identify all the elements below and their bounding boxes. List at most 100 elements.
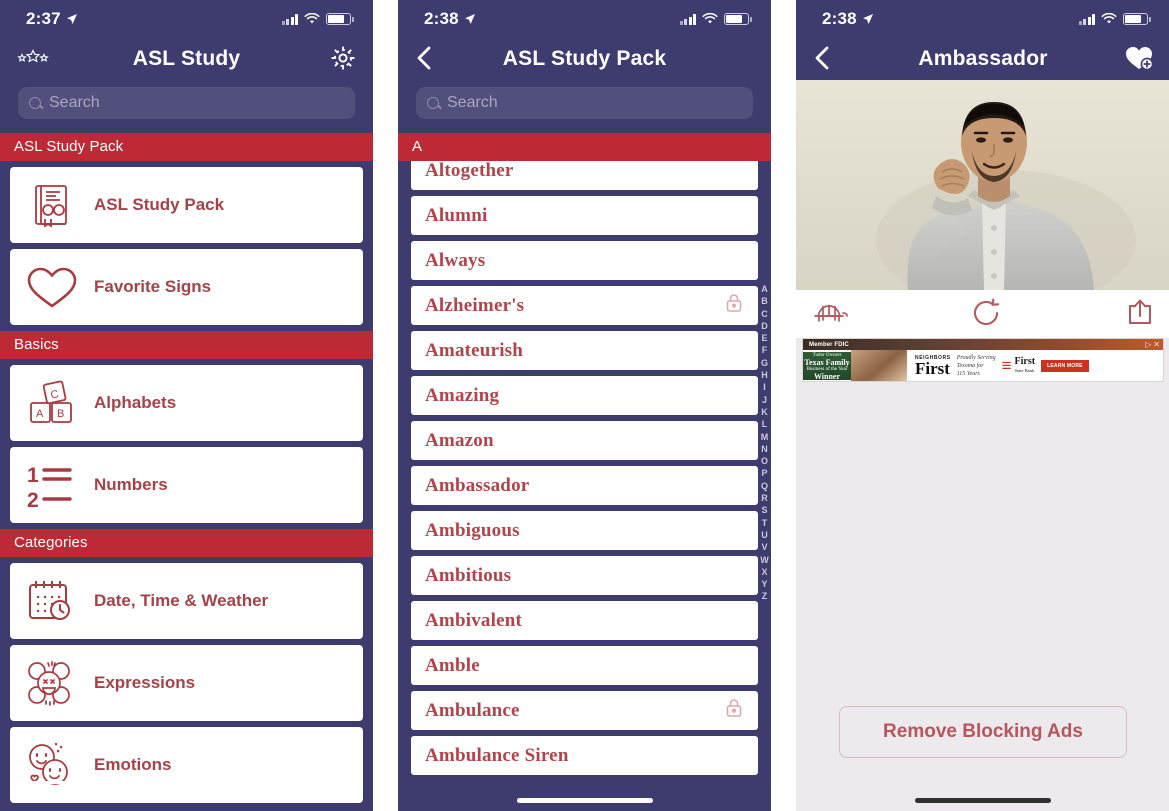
list-item[interactable]: Amble <box>411 646 758 685</box>
svg-text:2: 2 <box>27 489 39 511</box>
search-input[interactable]: Search <box>18 87 355 119</box>
menu-item-emotions[interactable]: Emotions <box>10 727 363 803</box>
alpha-index-letter[interactable]: E <box>761 332 767 344</box>
alpha-index-letter[interactable]: M <box>761 431 769 443</box>
screenshot-gap-2 <box>771 0 796 811</box>
alpha-index-letter[interactable]: O <box>761 455 768 467</box>
menu-item-alphabets[interactable]: C A B Alphabets <box>10 365 363 441</box>
menu-item-label: ASL Study Pack <box>94 195 225 214</box>
battery-icon <box>326 13 354 25</box>
turtle-slow-icon[interactable] <box>810 299 848 330</box>
status-bar-2: 2:38 <box>398 0 771 38</box>
list-item[interactable]: Ambiguous <box>411 511 758 550</box>
list-item[interactable]: Ambulance <box>411 691 758 730</box>
three-stars-icon[interactable] <box>16 48 50 71</box>
alpha-index-letter[interactable]: N <box>761 443 768 455</box>
list-item[interactable]: Amateurish <box>411 331 758 370</box>
ad-close-icon[interactable]: ✕ <box>1153 340 1160 349</box>
svg-text:A: A <box>36 408 44 420</box>
ad-fdic-text: Member FDIC <box>809 341 849 348</box>
section-header-study-pack: ASL Study Pack <box>0 133 373 161</box>
list-item[interactable]: Alzheimer's <box>411 286 758 325</box>
replay-icon[interactable] <box>969 296 1003 333</box>
menu-item-expressions[interactable]: Expressions <box>10 645 363 721</box>
alpha-index-letter[interactable]: T <box>762 517 768 529</box>
section-header-categories: Categories <box>0 529 373 557</box>
alpha-index-letter[interactable]: H <box>761 369 768 381</box>
alpha-index-letter[interactable]: C <box>761 308 768 320</box>
alpha-index-letter[interactable]: F <box>762 344 768 356</box>
menu-item-date-time-weather[interactable]: Date, Time & Weather <box>10 563 363 639</box>
alphabet-index[interactable]: A B C D E F G H I J K L M N O P Q R S T … <box>760 283 769 603</box>
search-container-1: Search <box>0 80 373 133</box>
ad-banner[interactable]: Member FDIC ▷ ✕ Tudor Owners Texas Famil… <box>802 338 1164 382</box>
word-list[interactable]: Altogether Alumni Always Alzheimer's Ama… <box>398 161 771 805</box>
alpha-index-letter[interactable]: Z <box>762 590 768 602</box>
cellular-bars-icon <box>1078 13 1095 25</box>
remove-blocking-ads-button[interactable]: Remove Blocking Ads <box>839 706 1127 758</box>
list-item[interactable]: Ambassador <box>411 466 758 505</box>
alpha-index-letter[interactable]: Y <box>761 578 767 590</box>
alpha-index-letter[interactable]: R <box>761 492 768 504</box>
list-item[interactable]: Alumni <box>411 196 758 235</box>
alpha-index-letter[interactable]: I <box>763 381 766 393</box>
status-time-2: 2:38 <box>424 9 476 29</box>
menu-item-numbers[interactable]: 1 2 Numbers <box>10 447 363 523</box>
alpha-index-letter[interactable]: J <box>762 394 767 406</box>
status-time-label: 2:38 <box>822 9 857 28</box>
list-item[interactable]: Amazon <box>411 421 758 460</box>
section-header-letter-a: A <box>398 133 771 161</box>
alpha-index-letter[interactable]: W <box>760 554 769 566</box>
status-icons-3 <box>1078 13 1151 25</box>
ad-top-strip: Member FDIC <box>803 339 1163 350</box>
alpha-index-letter[interactable]: P <box>761 467 767 479</box>
emotions-faces-icon <box>24 737 80 793</box>
alpha-index-letter[interactable]: U <box>761 529 768 541</box>
list-item[interactable]: Ambitious <box>411 556 758 595</box>
alpha-index-letter[interactable]: Q <box>761 480 768 492</box>
list-item[interactable]: Altogether <box>411 161 758 190</box>
chevron-left-icon[interactable] <box>414 44 434 75</box>
alpha-index-letter[interactable]: A <box>761 283 768 295</box>
ad-choices-icon[interactable]: ▷ <box>1145 340 1151 349</box>
alpha-index-letter[interactable]: S <box>761 504 767 516</box>
screen-asl-study-pack-list: 2:38 ASL Study Pack Search A Altogether … <box>398 0 771 811</box>
heart-plus-icon[interactable] <box>1124 44 1154 75</box>
home-indicator <box>915 798 1051 803</box>
menu-item-asl-study-pack[interactable]: ASL Study Pack <box>10 167 363 243</box>
list-item[interactable]: Ambivalent <box>411 601 758 640</box>
share-icon[interactable] <box>1124 297 1156 332</box>
location-arrow-icon <box>862 14 873 24</box>
menu-item-label: Favorite Signs <box>94 277 212 296</box>
alpha-index-letter[interactable]: L <box>762 418 768 430</box>
sign-video-player[interactable] <box>796 80 1169 290</box>
list-item[interactable]: Ambulance Siren <box>411 736 758 775</box>
menu-item-favorite-signs[interactable]: Favorite Signs <box>10 249 363 325</box>
alpha-index-letter[interactable]: K <box>761 406 768 418</box>
alpha-index-letter[interactable]: B <box>761 295 768 307</box>
status-bar-1: 2:37 <box>0 0 373 38</box>
numbers-list-icon: 1 2 <box>24 457 80 513</box>
page-title: Ambassador <box>918 47 1048 70</box>
ad-logo-text: First State Bank <box>1015 356 1036 375</box>
list-item[interactable]: Amazing <box>411 376 758 415</box>
chevron-left-icon[interactable] <box>812 44 832 75</box>
word-label: Altogether <box>425 161 514 181</box>
nav-bar-1: ASL Study <box>0 38 373 80</box>
gear-icon[interactable] <box>329 44 357 75</box>
video-controls <box>796 290 1169 338</box>
list-item[interactable]: Always <box>411 241 758 280</box>
screen-asl-study-home: 2:37 ASL Study Search ASL Study Pack ASL… <box>0 0 373 811</box>
search-input[interactable]: Search <box>416 87 753 119</box>
search-placeholder: Search <box>49 94 100 111</box>
ad-learn-more-button[interactable]: LEARN MORE <box>1041 359 1089 372</box>
home-indicator <box>516 798 653 803</box>
menu-item-label: Numbers <box>94 475 168 494</box>
wifi-icon <box>1101 13 1117 24</box>
alpha-index-letter[interactable]: V <box>761 541 767 553</box>
ad-award-badge: Tudor Owners Texas Family Business of th… <box>803 351 851 380</box>
alpha-index-letter[interactable]: X <box>761 566 767 578</box>
ad-controls[interactable]: ▷ ✕ <box>1145 340 1160 349</box>
alpha-index-letter[interactable]: G <box>761 357 768 369</box>
alpha-index-letter[interactable]: D <box>761 320 768 332</box>
